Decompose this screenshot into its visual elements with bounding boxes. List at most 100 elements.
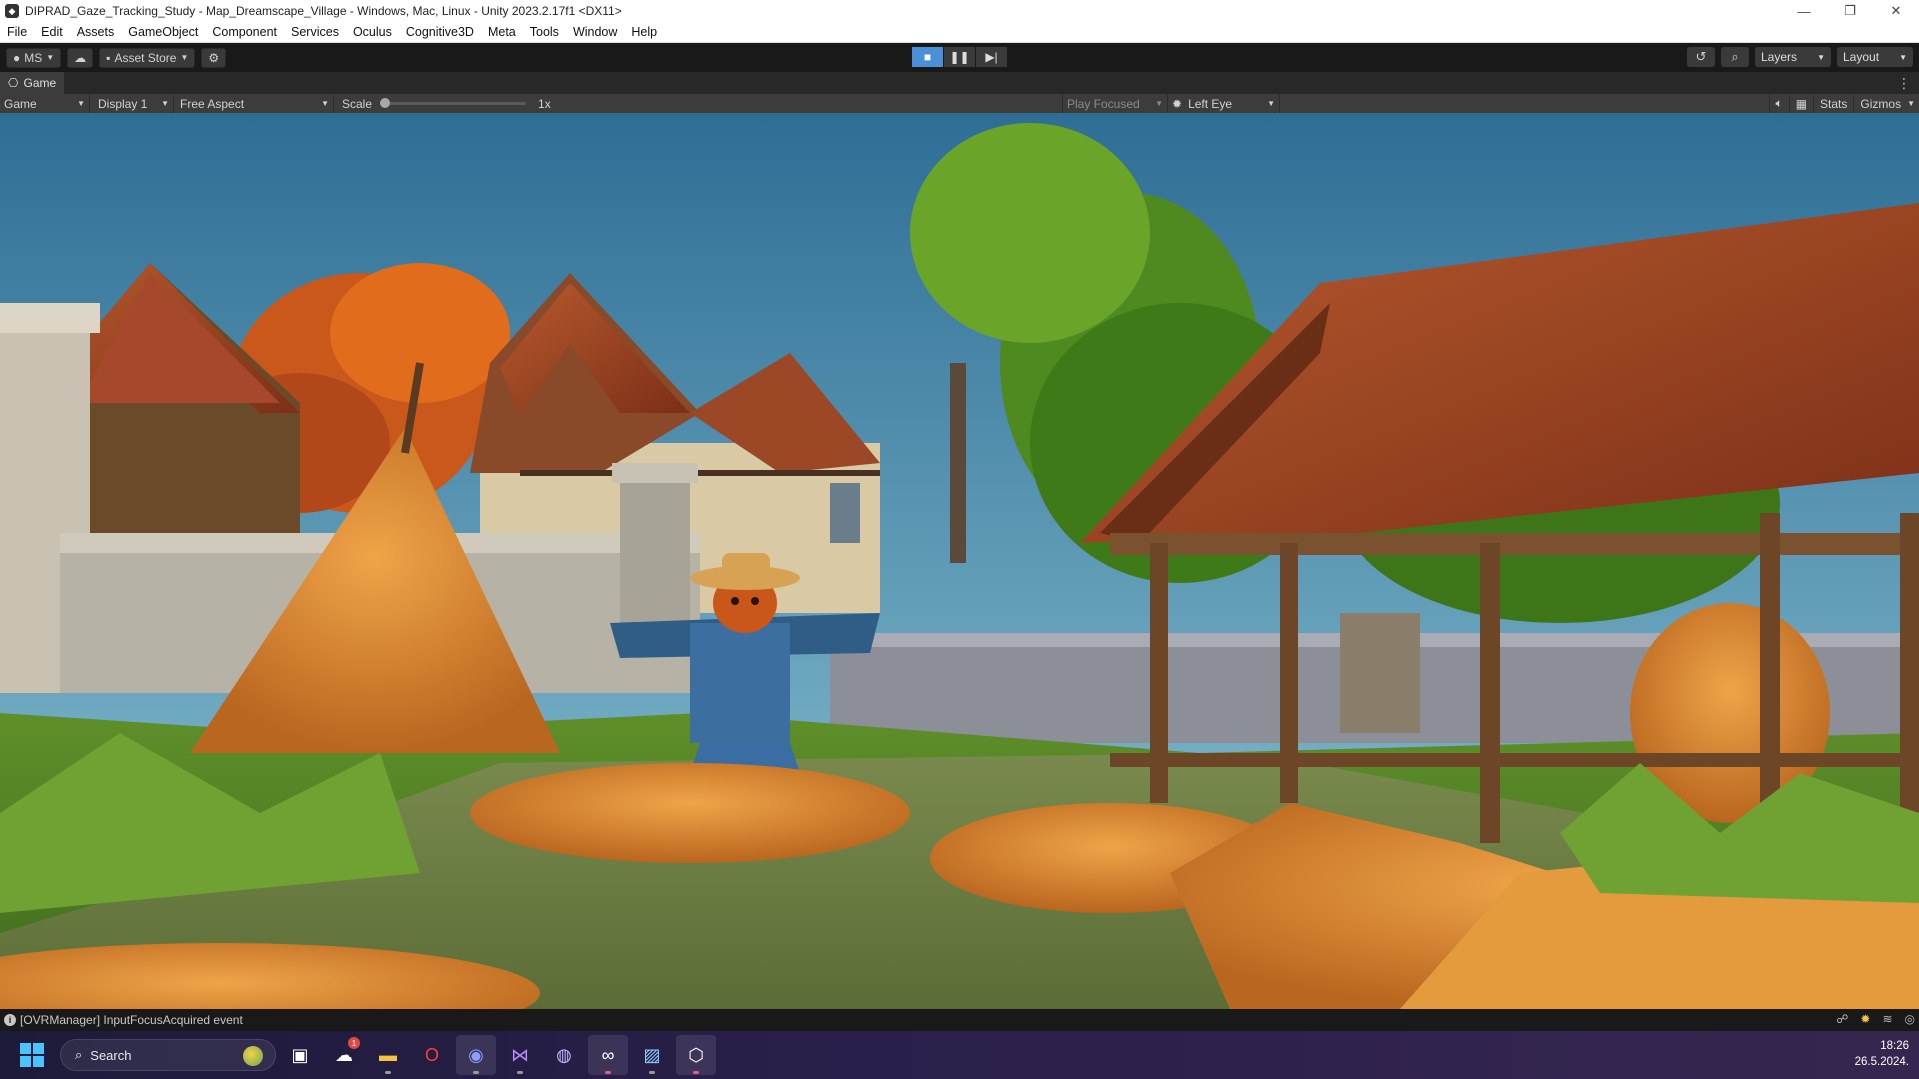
menu-meta[interactable]: Meta [481, 22, 523, 43]
cloud-button[interactable]: ☁ [67, 47, 94, 68]
status-icons: ☍ ✹ ≋ ◎ [1836, 1012, 1915, 1026]
search-button[interactable]: ⌕ [1721, 47, 1749, 67]
keyboard-icon: ▦ [1795, 96, 1808, 111]
layers-dropdown[interactable]: Layers ▼ [1755, 47, 1831, 67]
stats-button[interactable]: Stats [1814, 94, 1855, 113]
tab-game[interactable]: ⎔ Game [0, 72, 65, 94]
restore-icon[interactable]: ❐ [1827, 0, 1873, 22]
clock-time: 18:26 [1880, 1040, 1909, 1052]
account-label: MS [24, 50, 43, 65]
menu-services[interactable]: Services [284, 22, 346, 43]
layers-icon[interactable]: ≋ [1882, 1012, 1892, 1026]
console-message[interactable]: [OVRManager] InputFocusAcquired event [20, 1013, 243, 1027]
visual-studio-icon[interactable]: ⋈ [500, 1035, 540, 1075]
chevron-down-icon: ▼ [46, 53, 55, 62]
chevron-down-icon: ▼ [161, 99, 169, 108]
history-button[interactable]: ↺ [1687, 47, 1715, 67]
gear-icon: ⚙ [208, 50, 220, 65]
pause-button[interactable]: ❚❚ [944, 47, 975, 67]
chevron-down-icon: ▼ [1267, 99, 1275, 108]
taskbar-search[interactable]: ⌕ Search [60, 1039, 276, 1071]
asset-store-label: Asset Store [114, 50, 177, 65]
folder-icon[interactable]: ▬ [368, 1035, 408, 1075]
menu-gameobject[interactable]: GameObject [121, 22, 205, 43]
menu-window[interactable]: Window [566, 22, 624, 43]
game-view-toolbar: Game ▼ Display 1 ▼ Free Aspect ▼ Scale 1… [0, 94, 1919, 113]
task-view-icon[interactable]: ▣ [280, 1035, 320, 1075]
window-titlebar: ◆ DIPRAD_Gaze_Tracking_Study - Map_Dream… [0, 0, 1919, 22]
chevron-down-icon: ▼ [321, 99, 329, 108]
menu-cognitive3d[interactable]: Cognitive3D [399, 22, 481, 43]
scale-label: Scale [342, 96, 373, 111]
speaker-icon: 🔈︎ [1775, 96, 1783, 110]
aspect-label: Free Aspect [180, 96, 245, 111]
meta-icon[interactable]: ∞ [588, 1035, 628, 1075]
bug-icon[interactable]: ✹ [1860, 1012, 1870, 1026]
notification-badge: 1 [348, 1037, 360, 1049]
mute-audio-button[interactable]: 🔈︎ [1768, 94, 1790, 113]
cloud-collab-icon[interactable]: ☍ [1836, 1012, 1848, 1026]
play-focused-dropdown[interactable]: Play Focused ▼ [1062, 94, 1168, 113]
menu-assets[interactable]: Assets [70, 22, 122, 43]
layout-dropdown[interactable]: Layout ▼ [1837, 47, 1913, 67]
display-dropdown[interactable]: Display 1 ▼ [90, 94, 174, 113]
game-mode-dropdown[interactable]: Game ▼ [0, 94, 90, 113]
aspect-dropdown[interactable]: Free Aspect ▼ [174, 94, 334, 113]
console-status-bar[interactable]: i [OVRManager] InputFocusAcquired event … [0, 1009, 1919, 1031]
layers-label: Layers [1761, 50, 1798, 64]
opera-icon[interactable]: O [412, 1035, 452, 1075]
info-icon: i [4, 1014, 16, 1026]
menu-help[interactable]: Help [624, 22, 664, 43]
scale-value: 1x [538, 96, 551, 111]
play-options: Play Focused ▼ ✹ Left Eye ▼ [1062, 94, 1280, 113]
eye-dropdown[interactable]: ✹ Left Eye ▼ [1168, 94, 1280, 113]
game-scene [0, 113, 1919, 1009]
game-mode-label: Game [4, 96, 37, 111]
discord-icon[interactable]: ◉ [456, 1035, 496, 1075]
unity-icon[interactable]: ⬡ [676, 1035, 716, 1075]
main-toolbar: ● MS ▼ ☁ ▪ Asset Store ▼ ⚙ ■ ❚❚ ▶| ↺ ⌕ L… [0, 43, 1919, 72]
stop-icon: ■ [923, 50, 932, 64]
pause-icon: ❚❚ [949, 50, 970, 64]
progress-icon[interactable]: ◎ [1905, 1012, 1915, 1026]
step-icon: ▶| [985, 50, 998, 64]
asset-store-button[interactable]: ▪ Asset Store ▼ [99, 47, 196, 68]
stats-label: Stats [1820, 96, 1848, 111]
menu-tools[interactable]: Tools [523, 22, 566, 43]
game-toolbar-right: 🔈︎ ▦ Stats Gizmos ▼ [1768, 94, 1919, 113]
minimize-icon[interactable]: — [1781, 0, 1827, 22]
chevron-down-icon: ▼ [180, 53, 189, 62]
more-options-icon[interactable]: ⋮ [1897, 75, 1911, 92]
gizmos-label: Gizmos [1860, 96, 1902, 111]
gamepad-icon: ⎔ [8, 76, 19, 90]
package-button[interactable]: ⚙ [201, 47, 227, 68]
unity-icon: ◆ [5, 4, 19, 18]
gizmos-dropdown[interactable]: Gizmos ▼ [1854, 94, 1919, 113]
weather-icon[interactable]: ☁ 1 [324, 1035, 364, 1075]
menu-file[interactable]: File [0, 22, 34, 43]
game-tab-header: ⎔ Game ⋮ [0, 72, 1919, 94]
menu-bar: File Edit Assets GameObject Component Se… [0, 22, 1919, 43]
keyboard-shortcut-button[interactable]: ▦ [1790, 94, 1815, 113]
play-button[interactable]: ■ [912, 47, 943, 67]
shopping-bag-icon: ▪ [106, 50, 111, 65]
scale-slider[interactable] [380, 98, 527, 108]
close-icon[interactable]: ✕ [1873, 0, 1919, 22]
scale-slider-thumb[interactable] [380, 98, 391, 108]
photos-icon[interactable]: ▨ [632, 1035, 672, 1075]
search-placeholder: Search [90, 1047, 132, 1063]
windows-start-icon[interactable] [12, 1035, 52, 1075]
menu-edit[interactable]: Edit [34, 22, 70, 43]
search-icon: ⌕ [1731, 49, 1739, 64]
chevron-down-icon: ▼ [77, 99, 85, 108]
github-icon[interactable]: ◍ [544, 1035, 584, 1075]
step-button[interactable]: ▶| [976, 47, 1007, 67]
menu-component[interactable]: Component [205, 22, 284, 43]
bug-icon: ✹ [1172, 96, 1183, 111]
scale-control: Scale 1x [334, 97, 551, 111]
account-button[interactable]: ● MS ▼ [6, 47, 62, 68]
menu-oculus[interactable]: Oculus [346, 22, 399, 43]
game-viewport[interactable] [0, 113, 1919, 1009]
chevron-down-icon: ▼ [1155, 99, 1163, 108]
system-clock[interactable]: 18:26 26.5.2024. [1855, 1038, 1909, 1070]
